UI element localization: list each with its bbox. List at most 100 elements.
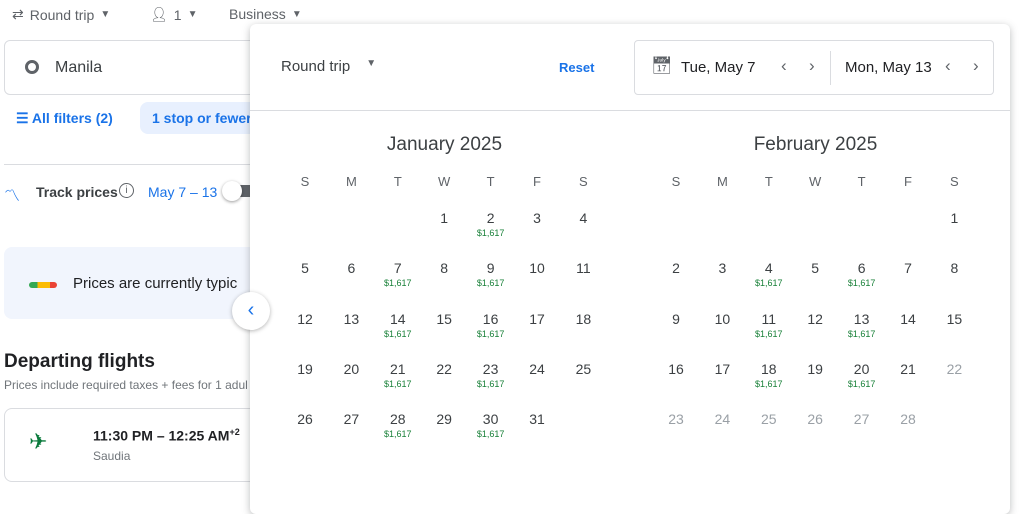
calendar-day[interactable]: 10 — [699, 311, 745, 327]
tune-icon: ☰ — [16, 110, 32, 126]
calendar-day[interactable]: 1 — [931, 210, 977, 226]
calendar-day[interactable]: 14 $1,617 — [375, 311, 421, 339]
track-prices-label: Track prices — [36, 184, 118, 200]
calendar-day[interactable]: 4 — [560, 210, 606, 226]
day-number: 2 — [486, 210, 495, 226]
calendar-day[interactable]: 14 — [885, 311, 931, 327]
calendar-day[interactable]: 20 — [328, 361, 374, 377]
calendar-day[interactable]: 30 $1,617 — [468, 411, 514, 439]
previous-month-button[interactable]: ‹ — [232, 292, 270, 330]
calendar-day[interactable]: 13 — [328, 311, 374, 327]
divider — [830, 51, 831, 85]
return-date-field[interactable]: Mon, May 13 — [845, 59, 932, 76]
all-filters-button[interactable]: ☰ All filters (2) — [16, 110, 113, 127]
calendar-day[interactable]: 8 — [931, 260, 977, 276]
picker-trip-type-select[interactable]: Round trip ▼ — [281, 58, 376, 75]
calendar-day[interactable]: 8 — [421, 260, 467, 276]
day-number: 21 — [900, 360, 916, 377]
day-number: 25 — [761, 411, 777, 428]
day-price: $1,617 — [384, 328, 412, 339]
date-picker-dialog: Round trip ▼ Reset 📅︎ Tue, May 7 ‹ › Mon,… — [250, 24, 1010, 514]
all-filters-label: All filters (2) — [31, 110, 113, 126]
day-number: 17 — [529, 310, 545, 327]
calendar-day[interactable]: 3 — [699, 260, 745, 276]
calendar-day[interactable]: 17 — [514, 311, 560, 327]
calendar-day[interactable]: 24 — [514, 361, 560, 377]
date-range-box: 📅︎ Tue, May 7 ‹ › Mon, May 13 ‹ › — [634, 40, 994, 95]
info-icon[interactable]: i — [119, 183, 134, 198]
calendar-day[interactable]: 6 — [328, 260, 374, 276]
depart-next-button[interactable]: › — [809, 56, 815, 76]
calendar-day[interactable]: 21 $1,617 — [375, 361, 421, 389]
return-next-button[interactable]: › — [973, 56, 979, 76]
calendar-day: 27 — [839, 411, 885, 427]
calendar-day[interactable]: 18 — [560, 311, 606, 327]
trip-type-label: Round trip — [29, 6, 95, 23]
calendar-day[interactable]: 10 — [514, 260, 560, 276]
calendar-day[interactable]: 27 — [328, 411, 374, 427]
day-price: $1,617 — [847, 328, 876, 339]
return-prev-button[interactable]: ‹ — [945, 56, 951, 76]
calendar-day[interactable]: 29 — [421, 411, 467, 427]
calendar-day[interactable]: 19 — [282, 361, 328, 377]
calendar-day[interactable]: 19 — [792, 361, 838, 377]
calendar-day[interactable]: 11 — [560, 260, 606, 276]
departing-title: Departing flights — [4, 351, 155, 372]
calendar-day[interactable]: 18 $1,617 — [746, 361, 792, 389]
calendar-day[interactable]: 9 — [653, 311, 699, 327]
calendar-day[interactable]: 2 — [653, 260, 699, 276]
calendar-day[interactable]: 22 — [421, 361, 467, 377]
cabin-select[interactable]: Business ▼ — [229, 6, 302, 22]
depart-date-field[interactable]: Tue, May 7 — [681, 59, 755, 76]
weekday-header: M — [345, 174, 357, 189]
calendar-day[interactable]: 7 $1,617 — [375, 260, 421, 288]
day-number: 3 — [718, 260, 727, 277]
calendar-day[interactable]: 5 — [282, 260, 328, 276]
calendar-day[interactable]: 31 — [514, 411, 560, 427]
calendar-day[interactable]: 23 $1,617 — [468, 361, 514, 389]
calendar-day[interactable]: 20 $1,617 — [839, 361, 885, 389]
calendar-day[interactable]: 3 — [514, 210, 560, 226]
calendar-day[interactable]: 12 — [792, 311, 838, 327]
calendar-day[interactable]: 26 — [282, 411, 328, 427]
day-number: 9 — [672, 310, 680, 327]
calendar-day[interactable]: 21 — [885, 361, 931, 377]
weekday-header: F — [533, 174, 541, 189]
reset-button[interactable]: Reset — [559, 60, 594, 75]
calendar-day[interactable]: 13 $1,617 — [839, 311, 885, 339]
calendar-day[interactable]: 9 $1,617 — [468, 260, 514, 288]
calendar-day[interactable]: 6 $1,617 — [839, 260, 885, 288]
trip-type-select[interactable]: ⇄ Round trip ▼ — [12, 6, 110, 23]
calendar-day[interactable]: 17 — [699, 361, 745, 377]
calendar-day[interactable]: 28 $1,617 — [375, 411, 421, 439]
day-price: $1,617 — [476, 278, 505, 289]
day-number: 7 — [904, 260, 912, 277]
day-number: 8 — [440, 260, 449, 277]
calendar-day[interactable]: 15 — [931, 311, 977, 327]
calendar-day[interactable]: 2 $1,617 — [468, 210, 514, 238]
month-january: January 2025 S M T W T F S 1 2 $1,617 3 4 5 6 7 $1,617 8 9… — [282, 134, 607, 439]
day-number: 24 — [529, 360, 545, 377]
calendar-day[interactable]: 16 — [653, 361, 699, 377]
calendar-day[interactable]: 5 — [792, 260, 838, 276]
day-number: 6 — [857, 260, 866, 277]
day-number: 16 — [482, 310, 499, 327]
day-number: 16 — [668, 360, 684, 377]
depart-prev-button[interactable]: ‹ — [781, 56, 787, 76]
calendar-day[interactable]: 7 — [885, 260, 931, 276]
calendar-day[interactable]: 4 $1,617 — [746, 260, 792, 288]
caret-down-icon: ▼ — [291, 8, 302, 20]
calendar-day[interactable]: 16 $1,617 — [468, 311, 514, 339]
day-price: $1,617 — [847, 278, 876, 289]
day-price: $1,617 — [476, 228, 505, 238]
calendar-day[interactable]: 11 $1,617 — [746, 311, 792, 339]
calendar-day[interactable]: 1 — [421, 210, 467, 226]
calendar-day[interactable]: 12 — [282, 311, 328, 327]
calendar-day: 24 — [699, 411, 745, 427]
passengers-select[interactable]: 👤︎ 1 ▼ — [150, 6, 197, 23]
calendar-day[interactable]: 15 — [421, 311, 467, 327]
day-number: 28 — [390, 411, 406, 428]
saudia-logo-icon: ✈ — [29, 429, 48, 454]
calendar-day[interactable]: 25 — [560, 361, 606, 377]
day-number: 30 — [482, 411, 499, 428]
